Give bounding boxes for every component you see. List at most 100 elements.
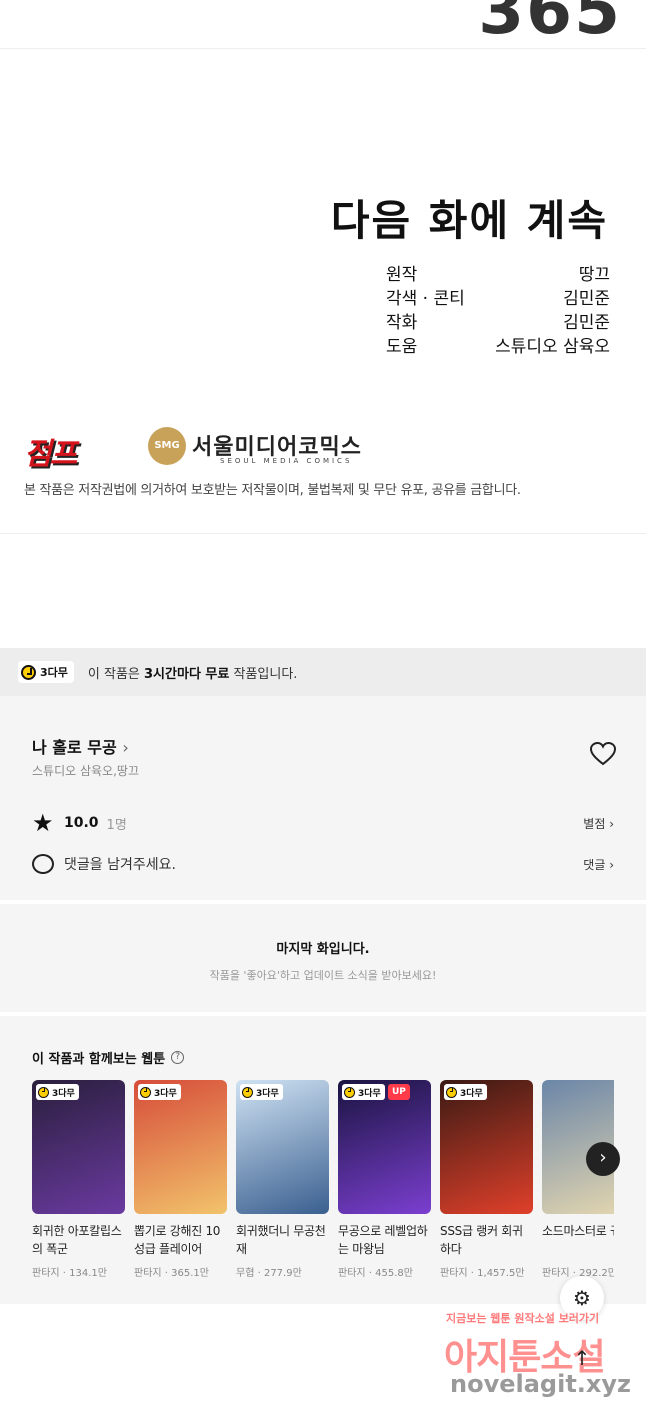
card-title[interactable]: SSS급 랭커 회귀하다 — [440, 1222, 533, 1258]
card-genre: 판타지 — [32, 1268, 60, 1279]
card-views: 134.1만 — [69, 1268, 107, 1279]
free-notice-suffix: 작품입니다. — [229, 666, 298, 682]
star-icon: ★ — [32, 809, 54, 837]
card-genre: 판타지 — [440, 1268, 468, 1279]
clock-icon — [140, 1086, 151, 1098]
credit-name: 김민준 — [563, 289, 610, 309]
wait-free-label: 3다무 — [154, 1088, 177, 1099]
credit-role: 작화 — [386, 313, 418, 333]
credit-row: 도움 스튜디오 삼육오 — [386, 335, 610, 359]
credit-name: 스튜디오 삼육오 — [495, 337, 610, 357]
comment-bubble-icon — [32, 854, 54, 874]
credit-role: 각색 · 콘티 — [386, 289, 465, 309]
help-icon[interactable]: ? — [171, 1051, 185, 1064]
wait-free-badge: 3다무 — [138, 1084, 181, 1100]
card-views: 277.9만 — [263, 1268, 302, 1279]
wait-free-badge: 3다무 — [444, 1084, 487, 1100]
recommendations-heading: 이 작품과 함께보는 웹툰 ? — [32, 1048, 185, 1067]
credit-row: 각색 · 콘티 김민준 — [386, 287, 610, 311]
to-be-continued-title: 다음 화에 계속 — [330, 196, 608, 245]
clock-icon — [38, 1086, 49, 1098]
wait-free-label: 3다무 — [358, 1088, 381, 1099]
card-meta: 판타지 · 134.1만 — [32, 1268, 107, 1279]
credits-block: 원작 땅끄 각색 · 콘티 김민준 작화 김민준 도움 스튜디오 삼육오 — [386, 263, 610, 359]
recommendation-card[interactable]: 3다무 뽑기로 강해진 10성급 플레이어 판타지 · 365.1만 — [134, 1080, 227, 1279]
chevron-right-icon: › — [122, 738, 129, 757]
work-title: 나 홀로 무공 — [32, 738, 117, 757]
heart-icon[interactable] — [589, 741, 617, 766]
card-title[interactable]: 회귀한 아포칼립스의 폭군 — [32, 1222, 125, 1258]
recommendation-card[interactable]: 3다무회귀했더니 무공천재무협 · 277.9만 — [236, 1080, 329, 1279]
card-meta: 판타지 · 455.8만 — [338, 1268, 413, 1279]
credit-role: 도움 — [386, 337, 418, 357]
comic-end-panel: 다음 화에 계속 원작 땅끄 각색 · 콘티 김민준 작화 김민준 도움 스튜디오 삼육… — [0, 48, 646, 534]
cover-thumbnail[interactable]: 3다무 — [236, 1080, 329, 1214]
wait-free-label: 3다무 — [40, 666, 68, 679]
recommendations-section: 이 작품과 함께보는 웹툰 ? 3다무회귀한 아포칼립스의 폭군판타지 · 13… — [0, 1016, 646, 1304]
scroll-top-button[interactable]: ↑ — [560, 1336, 604, 1380]
cover-thumbnail[interactable]: 3다무 — [134, 1080, 227, 1214]
credit-row: 작화 김민준 — [386, 311, 610, 335]
card-meta: 판타지 · 1,457.5만 — [440, 1268, 525, 1279]
comment-row[interactable]: 댓글을 남겨주세요. 댓글 › — [32, 851, 614, 877]
episode-number-fragment: 365 — [478, 0, 622, 49]
rating-row: ★ 10.0 1명 별점 › — [32, 809, 614, 837]
credit-name: 김민준 — [563, 313, 610, 333]
wait-free-badge: 3다무 — [36, 1084, 79, 1100]
free-notice-bar: 3다무 이 작품은 3시간마다 무료 작품입니다. — [0, 648, 646, 696]
credit-name: 땅끄 — [578, 265, 610, 285]
clock-icon — [344, 1086, 355, 1098]
wait-free-label: 3다무 — [256, 1088, 279, 1099]
wait-free-label: 3다무 — [460, 1088, 483, 1099]
copyright-notice: 본 작품은 저작권법에 의거하여 보호받는 저작물이며, 불법복제 및 무단 유… — [24, 483, 521, 498]
comic-strip-top: 365 — [0, 0, 646, 49]
card-genre: 무협 — [236, 1268, 255, 1279]
rating-link[interactable]: 별점 › — [583, 815, 614, 832]
clock-icon — [242, 1086, 253, 1098]
cover-thumbnail[interactable]: 3다무 — [32, 1080, 125, 1214]
watermark-line-1: 지금보는 웹툰 원작소설 보러가기 — [446, 1312, 600, 1325]
cover-thumbnail[interactable]: 3다무 UP — [338, 1080, 431, 1214]
publisher-logos: 점프 SMG 서울미디어코믹스 SEOUL MEDIA COMICS — [24, 427, 444, 472]
recommendation-card[interactable]: 3다무 UP 무공으로 레벨업하는 마왕님판타지 · 455.8만 — [338, 1080, 431, 1279]
up-badge: UP — [388, 1084, 410, 1100]
card-title[interactable]: 무공으로 레벨업하는 마왕님 — [338, 1222, 431, 1258]
free-notice-text: 이 작품은 3시간마다 무료 작품입니다. — [88, 663, 298, 682]
free-notice-prefix: 이 작품은 — [87, 666, 145, 682]
wait-free-badge: 3다무 — [240, 1084, 283, 1100]
credit-role: 원작 — [386, 265, 418, 285]
card-genre: 판타지 — [134, 1268, 162, 1279]
cover-thumbnail[interactable]: 3다무 — [440, 1080, 533, 1214]
clock-icon — [446, 1086, 457, 1098]
watermark-line-3: novelagit.xyz — [450, 1370, 632, 1398]
watermark: 지금보는 웹툰 원작소설 보러가기 아지툰소설 novelagit.xyz — [444, 1310, 634, 1410]
card-title[interactable]: 뽑기로 강해진 10성급 플레이어 — [134, 1222, 227, 1258]
credit-row: 원작 땅끄 — [386, 263, 610, 287]
recommendation-carousel: 3다무 회귀한 아포칼립스의 폭군 판타지 · 134.1만 3다무 뽑기로 강해진 1… — [32, 1080, 614, 1290]
card-genre: 판타지 — [338, 1268, 366, 1279]
wait-free-badge: 3다무 — [18, 661, 74, 683]
card-meta: 무협 · 277.9만 — [236, 1268, 302, 1279]
carousel-next-button[interactable]: › — [586, 1142, 620, 1176]
card-genre: 판타지 — [542, 1268, 570, 1279]
recommendation-card[interactable]: 소드마스터로 귀 판타지 · 292.2만 — [542, 1080, 614, 1279]
last-episode-title: 마지막 화입니다. — [276, 942, 370, 957]
clock-icon — [21, 664, 36, 680]
gear-icon: ⚙ — [573, 1286, 591, 1310]
jump-logo: 점프 — [24, 437, 77, 472]
work-title-link[interactable]: 나 홀로 무공 › — [32, 734, 129, 758]
comment-link[interactable]: 댓글 › — [583, 856, 614, 873]
wait-free-badge: 3다무 — [342, 1084, 385, 1100]
free-notice-highlight: 3시간마다 무료 — [144, 666, 230, 682]
comment-input[interactable]: 댓글을 남겨주세요. — [64, 854, 176, 874]
recommendation-card[interactable]: 3다무 SSS급 랭커 회귀하다판타지 · 1,457.5만 — [440, 1080, 533, 1279]
card-title[interactable]: 소드마스터로 귀 — [542, 1222, 614, 1258]
card-title[interactable]: 회귀했더니 무공천재 — [236, 1222, 329, 1258]
work-author: 스튜디오 삼육오,땅끄 — [32, 764, 139, 778]
rating-score: 10.0 — [64, 815, 99, 831]
recommendations-title: 이 작품과 함께보는 웹툰 — [32, 1052, 166, 1067]
last-episode-section: 마지막 화입니다. 작품을 '좋아요'하고 업데이트 소식을 받아보세요! — [0, 904, 646, 1012]
seoul-media-comics-subtitle: SEOUL MEDIA COMICS — [220, 457, 353, 465]
work-info-section: 나 홀로 무공 › 스튜디오 삼육오,땅끄 ★ 10.0 1명 별점 › 댓글을… — [0, 696, 646, 900]
recommendation-card[interactable]: 3다무회귀한 아포칼립스의 폭군판타지 · 134.1만 — [32, 1080, 125, 1279]
